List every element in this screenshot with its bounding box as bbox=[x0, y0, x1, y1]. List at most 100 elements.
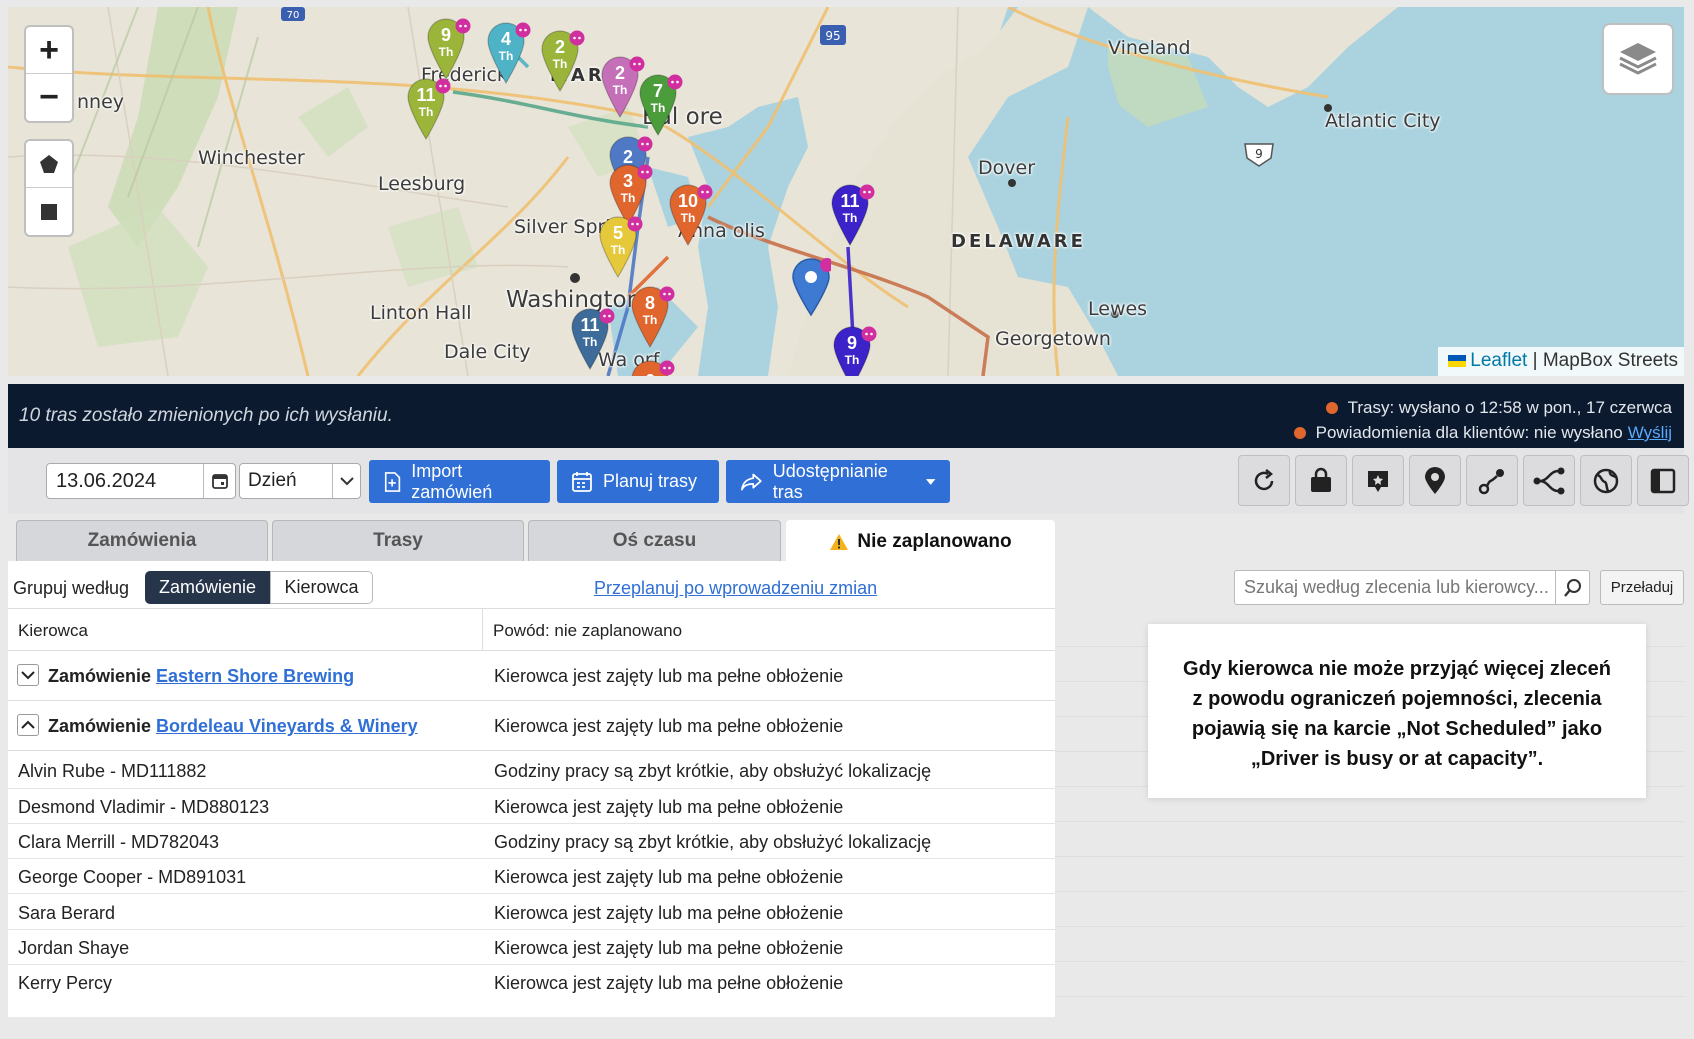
driver-row: Desmond Vladimir - MD880123 Kierowca jes… bbox=[8, 789, 1055, 824]
group-by-order-button[interactable]: Zamówienie bbox=[145, 571, 270, 604]
calendar-button[interactable] bbox=[203, 464, 235, 498]
notify-status: Powiadomienia dla klientów: nie wysłano bbox=[1315, 423, 1623, 442]
marker-day: Th bbox=[611, 243, 626, 257]
driver-row: Alvin Rube - MD111882 Godziny pracy są z… bbox=[8, 753, 1055, 789]
route-stop-marker[interactable]: 2Th bbox=[540, 29, 586, 93]
route-stop-marker[interactable]: 9Th bbox=[832, 325, 878, 376]
marker-day: Th bbox=[651, 101, 666, 115]
draw-polygon-button[interactable] bbox=[26, 141, 72, 188]
search-input[interactable]: Szukaj według zlecenia lub kierowcy... bbox=[1234, 570, 1590, 605]
marker-number: 9 bbox=[441, 25, 451, 45]
driver-reason: Godziny pracy są zbyt krótkie, aby obsłu… bbox=[494, 761, 932, 781]
driver-reason: Kierowca jest zajęty lub ma pełne obłoże… bbox=[494, 973, 844, 993]
banner-status: Trasy: wysłano o 12:58 w pon., 17 czerwc… bbox=[1293, 395, 1672, 445]
zoom-in-button[interactable]: + bbox=[26, 27, 72, 74]
marker-day: Th bbox=[499, 49, 514, 63]
map-label-linton-hall: Linton Hall bbox=[370, 302, 472, 324]
driver-reason: Kierowca jest zajęty lub ma pełne obłoże… bbox=[494, 903, 844, 923]
leaflet-link[interactable]: Leaflet bbox=[1470, 350, 1527, 371]
marker-day: Th bbox=[439, 45, 454, 59]
tab-routes[interactable]: Trasy bbox=[272, 520, 524, 561]
replan-link[interactable]: Przeplanuj po wprowadzeniu zmian bbox=[594, 578, 877, 599]
route-stop-marker[interactable]: 11Th bbox=[406, 77, 452, 141]
draw-rectangle-button[interactable] bbox=[26, 188, 72, 235]
map-attribution: Leaflet | MapBox Streets bbox=[1438, 347, 1684, 376]
marker-number: 11 bbox=[580, 315, 599, 335]
location-pin-icon[interactable] bbox=[791, 257, 831, 317]
marker-number: 4 bbox=[501, 29, 511, 49]
zoom-out-button[interactable]: − bbox=[26, 74, 72, 121]
route-stop-marker[interactable]: 7Th bbox=[638, 73, 684, 137]
not-scheduled-panel: Grupuj według Zamówienie Kierowca Przepl… bbox=[8, 561, 1055, 1017]
marker-number: 3 bbox=[623, 171, 633, 191]
route-button[interactable] bbox=[1466, 455, 1518, 506]
search-button[interactable] bbox=[1555, 571, 1589, 604]
send-link[interactable]: Wyślij bbox=[1628, 420, 1672, 445]
share-routes-button[interactable]: Udostępnianie tras bbox=[726, 460, 950, 503]
col-reason-header: Powód: nie zaplanowano bbox=[493, 621, 683, 640]
route-stop-marker[interactable]: 9Th bbox=[426, 17, 472, 81]
map-label-atlantic-city: Atlantic City bbox=[1325, 110, 1441, 132]
layers-button[interactable] bbox=[1602, 23, 1674, 95]
driver-row: Jordan Shaye Kierowca jest zajęty lub ma… bbox=[8, 930, 1055, 965]
marker-day: Th bbox=[553, 57, 568, 71]
route-stop-marker[interactable]: 4Th bbox=[486, 21, 532, 85]
split-route-icon bbox=[1533, 467, 1565, 494]
marker-icon bbox=[1425, 466, 1445, 494]
map-label-delaware: DELAWARE bbox=[951, 231, 1086, 252]
collapse-toggle[interactable] bbox=[17, 664, 39, 686]
tab-timeline[interactable]: Oś czasu bbox=[528, 520, 781, 561]
group-by-driver-button[interactable]: Kierowca bbox=[270, 571, 373, 604]
order-reason: Kierowca jest zajęty lub ma pełne obłoże… bbox=[494, 666, 844, 686]
group-by-label: Grupuj według bbox=[13, 578, 130, 598]
col-driver-header: Kierowca bbox=[18, 621, 88, 640]
reload-button[interactable]: Przeładuj bbox=[1600, 570, 1684, 605]
order-link[interactable]: Bordeleau Vineyards & Winery bbox=[156, 716, 418, 736]
orders-bag-button[interactable] bbox=[1295, 455, 1347, 506]
marker-number: 2 bbox=[615, 63, 625, 83]
order-reason: Kierowca jest zajęty lub ma pełne obłoże… bbox=[494, 716, 844, 736]
tab-orders[interactable]: Zamówienia bbox=[16, 520, 268, 561]
driver-row: Clara Merrill - MD782043 Godziny pracy s… bbox=[8, 824, 1055, 859]
panel-toggle-button[interactable] bbox=[1637, 455, 1689, 506]
location-button[interactable] bbox=[1409, 455, 1461, 506]
route-stop-marker[interactable]: 5Th bbox=[598, 215, 644, 279]
banner-message: 10 tras zostało zmienionych po ich wysła… bbox=[19, 405, 393, 426]
route-stop-marker[interactable]: 8Th bbox=[630, 285, 676, 349]
caret-down-icon bbox=[925, 478, 936, 485]
route-stop-marker[interactable]: 10Th bbox=[668, 183, 714, 247]
date-input[interactable]: 13.06.2024 bbox=[46, 463, 236, 499]
refresh-icon bbox=[1254, 468, 1274, 490]
map-label-leesburg: Leesburg bbox=[378, 173, 466, 195]
calendar-icon bbox=[211, 474, 228, 489]
map-view[interactable]: 70 95 9 Frederick MARYL Bal ore Vineland… bbox=[8, 7, 1684, 376]
import-orders-label: Import zamówień bbox=[411, 460, 493, 502]
map-star-icon bbox=[1368, 470, 1388, 492]
route-stop-marker[interactable]: 6 bbox=[630, 359, 676, 376]
map-label-lewes: Lewes bbox=[1088, 298, 1148, 320]
driver-reason: Kierowca jest zajęty lub ma pełne obłoże… bbox=[494, 938, 844, 958]
plan-routes-button[interactable]: Planuj trasy bbox=[557, 460, 719, 503]
globe-button[interactable] bbox=[1580, 455, 1632, 506]
driver-row: Kerry Percy Kierowca jest zajęty lub ma … bbox=[8, 965, 1055, 1000]
marker-number: 6 bbox=[645, 371, 655, 376]
driver-name: Alvin Rube - MD111882 bbox=[18, 761, 207, 781]
marker-number: 10 bbox=[678, 191, 698, 211]
map-pin-star-button[interactable] bbox=[1352, 455, 1404, 506]
collapse-toggle[interactable] bbox=[17, 714, 39, 736]
tab-not-scheduled[interactable]: Nie zaplanowano bbox=[786, 520, 1055, 562]
marker-number: 11 bbox=[416, 85, 435, 105]
route-stop-marker[interactable]: 11Th bbox=[570, 307, 616, 371]
date-value: 13.06.2024 bbox=[56, 469, 157, 492]
period-select[interactable]: Dzień bbox=[239, 463, 361, 499]
ukraine-flag-icon bbox=[1448, 354, 1467, 367]
period-value: Dzień bbox=[248, 470, 297, 491]
search-placeholder: Szukaj według zlecenia lub kierowcy... bbox=[1244, 577, 1549, 597]
order-link[interactable]: Eastern Shore Brewing bbox=[156, 666, 354, 686]
driver-reason: Godziny pracy są zbyt krótkie, aby obsłu… bbox=[494, 832, 932, 852]
refresh-button[interactable] bbox=[1238, 455, 1290, 506]
driver-name: George Cooper - MD891031 bbox=[18, 867, 247, 887]
import-orders-button[interactable]: Import zamówień bbox=[369, 460, 550, 503]
routes-split-button[interactable] bbox=[1523, 455, 1575, 506]
route-stop-marker[interactable]: 11Th bbox=[830, 183, 876, 247]
